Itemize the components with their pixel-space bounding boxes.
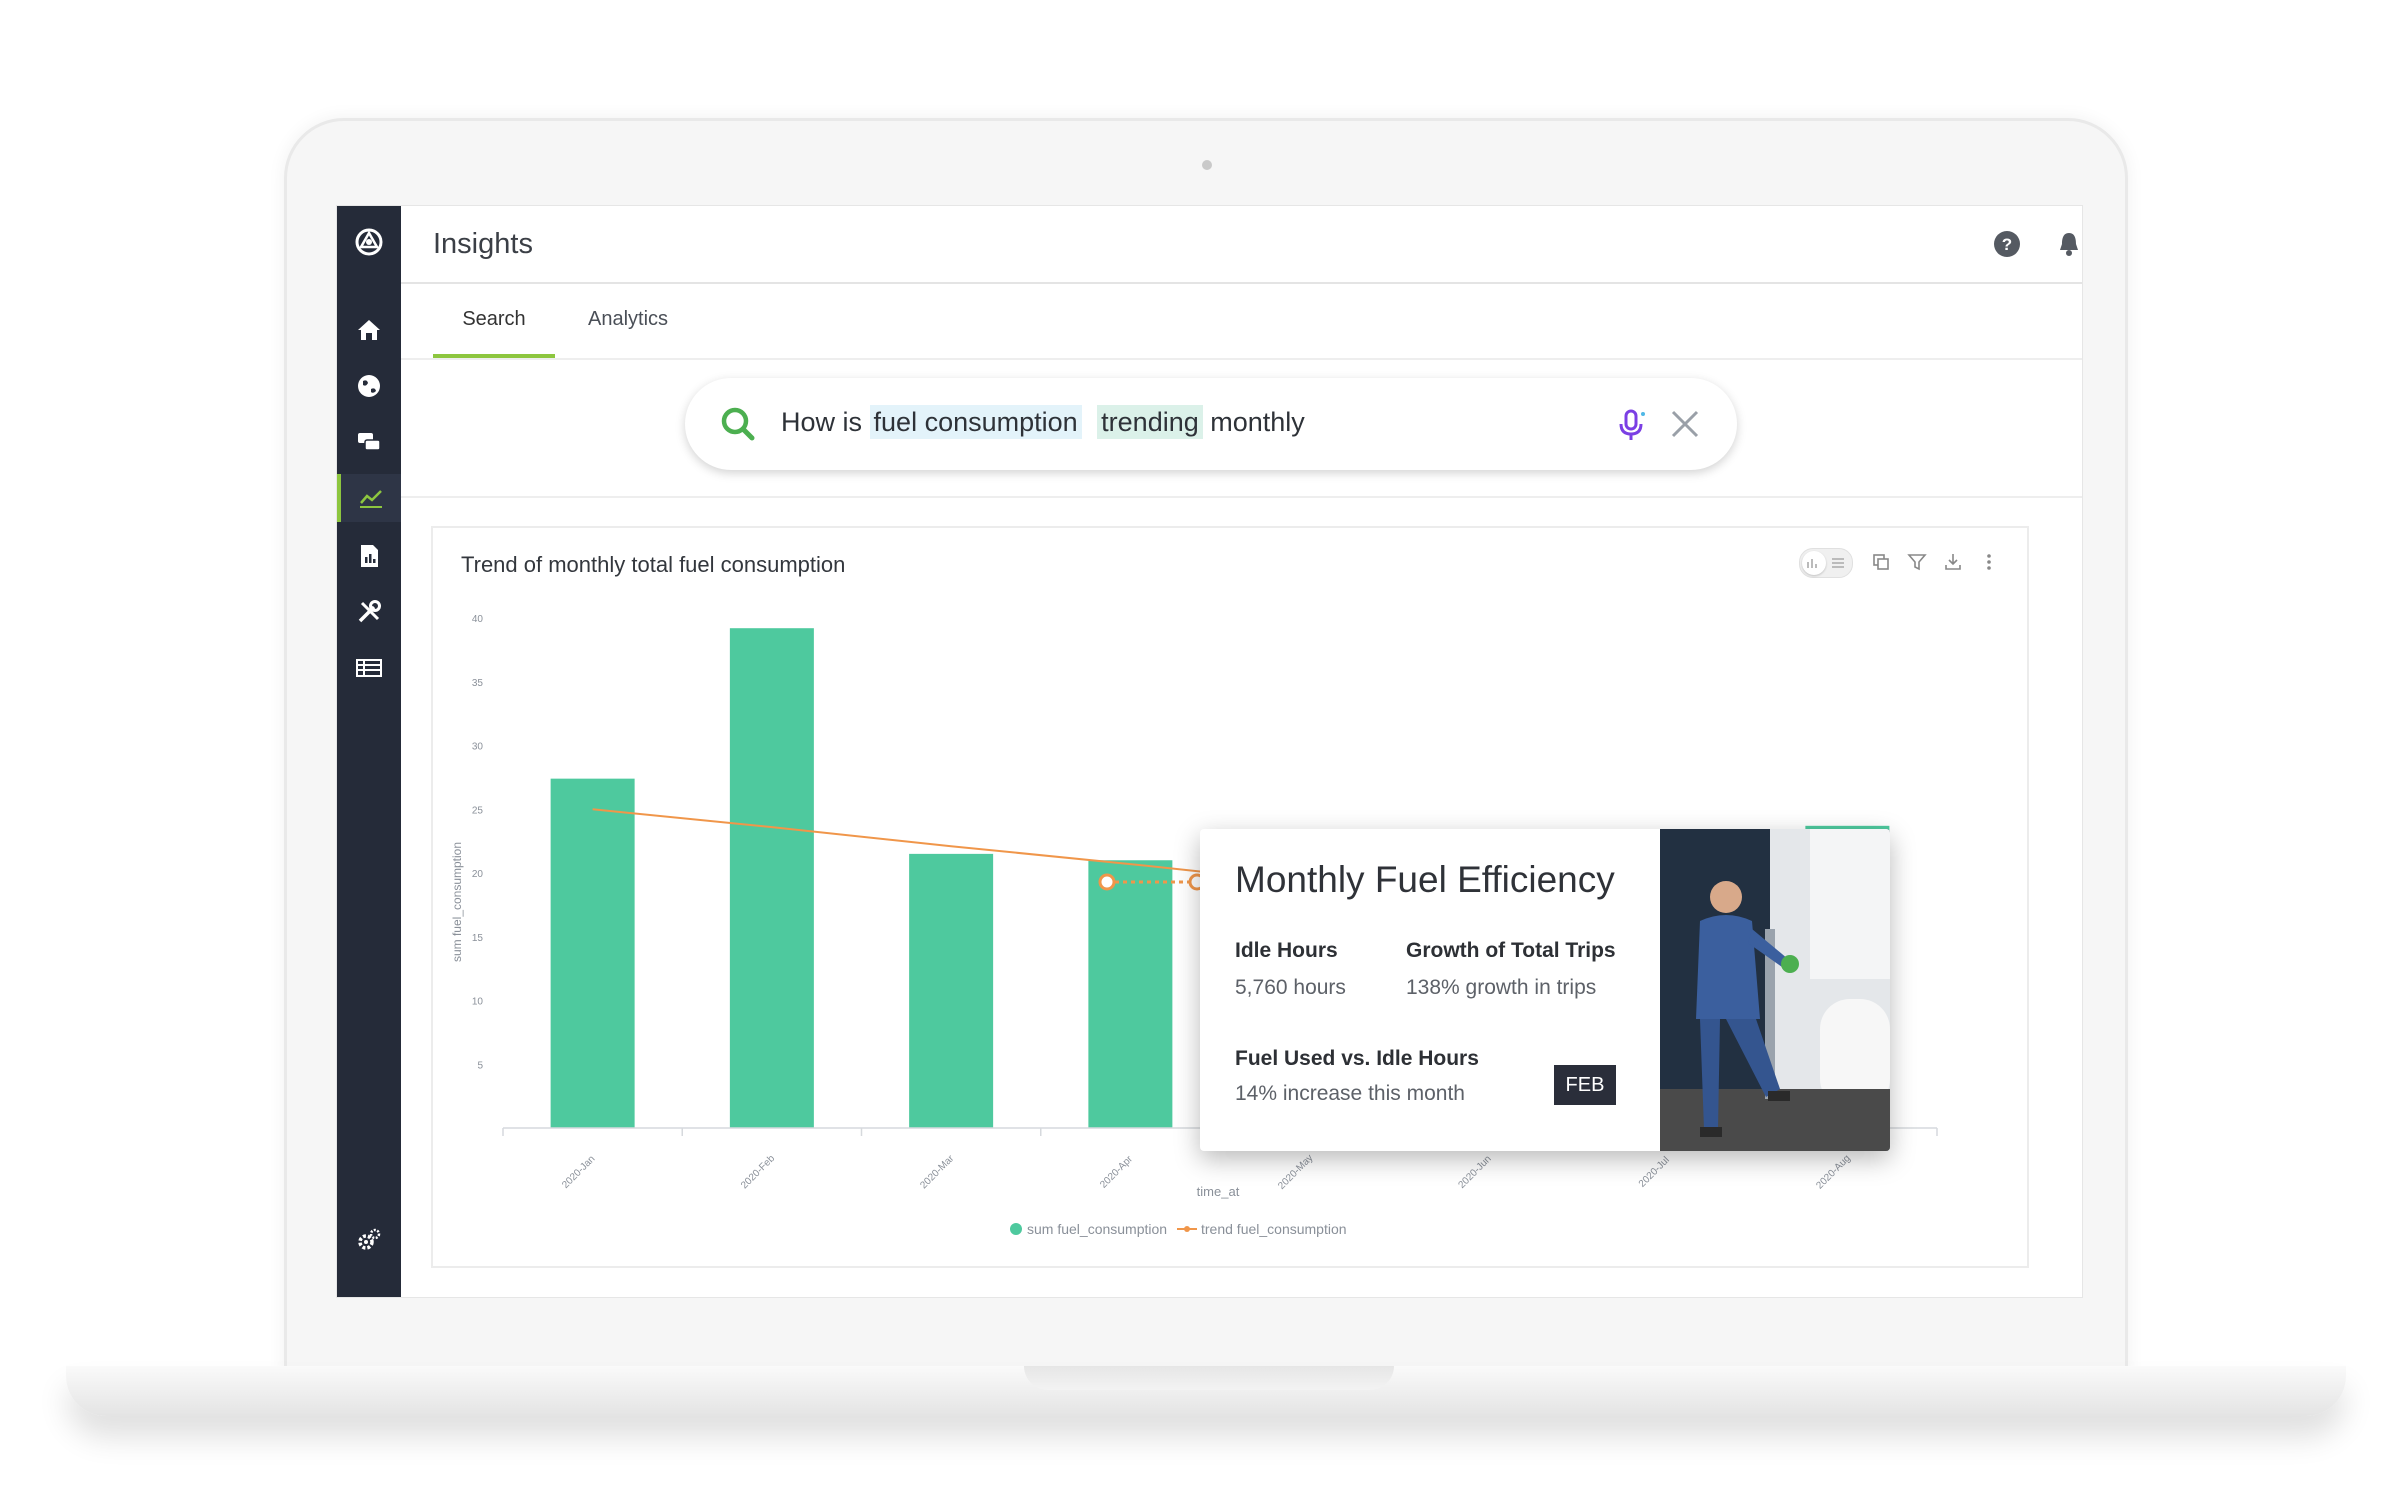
month-badge: FEB <box>1554 1065 1616 1105</box>
y-tick-label: 15 <box>472 933 484 944</box>
y-axis-label: sum fuel_consumption <box>450 842 464 962</box>
y-tick-label: 5 <box>477 1060 483 1071</box>
x-tick-label: 2020-Jul <box>1637 1155 1672 1190</box>
search-token-metric[interactable]: fuel consumption <box>869 405 1082 439</box>
x-tick-label: 2020-Mar <box>918 1153 957 1192</box>
search-bar[interactable]: How is fuel consumption trending monthly <box>685 378 1737 470</box>
stat-value-fuel-vs-idle: 14% increase this month <box>1235 1082 1465 1105</box>
globe-icon[interactable] <box>337 362 401 410</box>
x-axis-label: time_at <box>1197 1184 1240 1199</box>
bell-icon[interactable] <box>2053 228 2082 260</box>
laptop-base-notch <box>1024 1366 1394 1390</box>
report-icon[interactable] <box>337 532 401 580</box>
page-title: Insights <box>433 228 533 260</box>
x-tick-label: 2020-Apr <box>1098 1153 1135 1190</box>
stat-label-total-trips: Growth of Total Trips <box>1406 939 1616 962</box>
svg-text:?: ? <box>2002 235 2012 254</box>
clear-search-icon[interactable] <box>1669 408 1701 440</box>
app-screen: Insights ? AH Search Analytics How is fu… <box>336 205 2083 1298</box>
y-tick-label: 10 <box>472 997 484 1008</box>
y-tick-label: 40 <box>472 614 484 625</box>
tab-search[interactable]: Search <box>433 284 555 358</box>
tools-icon[interactable] <box>337 588 401 636</box>
bar-2020-Mar[interactable] <box>909 853 994 1128</box>
y-tick-label: 20 <box>472 869 484 880</box>
driver-fueling-photo <box>1660 829 1890 1151</box>
legend-line-dot <box>1184 1226 1190 1232</box>
search-text-prefix: How is <box>781 407 863 437</box>
stat-label-idle-hours: Idle Hours <box>1235 939 1338 962</box>
bar-2020-Jan[interactable] <box>550 778 635 1128</box>
settings-icon[interactable] <box>337 1216 401 1264</box>
x-tick-label: 2020-Jan <box>560 1154 597 1191</box>
popup-title: Monthly Fuel Efficiency <box>1235 859 1615 900</box>
x-tick-label: 2020-Aug <box>1814 1153 1852 1191</box>
chart-legend: sum fuel_consumption trend fuel_consumpt… <box>1010 1221 1347 1237</box>
x-tick-label: 2020-Jun <box>1456 1154 1493 1191</box>
driver-fueling-illustration <box>1660 829 1890 1151</box>
camera <box>1202 160 1212 170</box>
legend-bar-swatch <box>1010 1223 1022 1235</box>
x-tick-label: 2020-May <box>1276 1153 1315 1192</box>
help-icon[interactable]: ? <box>1991 228 2023 260</box>
stat-value-idle-hours: 5,760 hours <box>1235 976 1346 999</box>
trend-icon[interactable] <box>337 474 401 522</box>
logo-icon[interactable] <box>337 218 401 266</box>
bar-2020-Feb[interactable] <box>729 628 814 1128</box>
search-token-keyword[interactable]: trending <box>1097 405 1203 439</box>
bar-2020-Apr[interactable] <box>1088 860 1173 1128</box>
tab-bar: Search Analytics <box>401 284 2082 360</box>
search-icon <box>721 407 755 441</box>
legend-item-trend[interactable]: trend fuel_consumption <box>1201 1221 1347 1237</box>
stat-label-fuel-vs-idle: Fuel Used vs. Idle Hours <box>1235 1047 1479 1070</box>
legend-item-sum[interactable]: sum fuel_consumption <box>1027 1221 1167 1237</box>
search-input[interactable]: How is fuel consumption trending monthly <box>781 405 1305 439</box>
tab-analytics[interactable]: Analytics <box>573 284 683 354</box>
table-icon[interactable] <box>337 644 401 692</box>
chat-icon[interactable] <box>337 418 401 466</box>
y-tick-label: 35 <box>472 678 484 689</box>
stat-value-total-trips: 138% growth in trips <box>1406 976 1597 999</box>
y-tick-label: 30 <box>472 742 484 753</box>
sidebar <box>337 206 401 1297</box>
y-tick-label: 25 <box>472 805 484 816</box>
search-text-suffix: monthly <box>1210 407 1305 437</box>
microphone-icon[interactable] <box>1613 407 1649 443</box>
popup-connector <box>1098 873 1206 891</box>
x-tick-label: 2020-Feb <box>739 1153 777 1191</box>
section-divider <box>401 496 2082 498</box>
insight-popup: Monthly Fuel Efficiency Idle Hours 5,760… <box>1200 829 1890 1151</box>
top-header: Insights ? AH <box>401 206 2082 284</box>
home-icon[interactable] <box>337 306 401 354</box>
